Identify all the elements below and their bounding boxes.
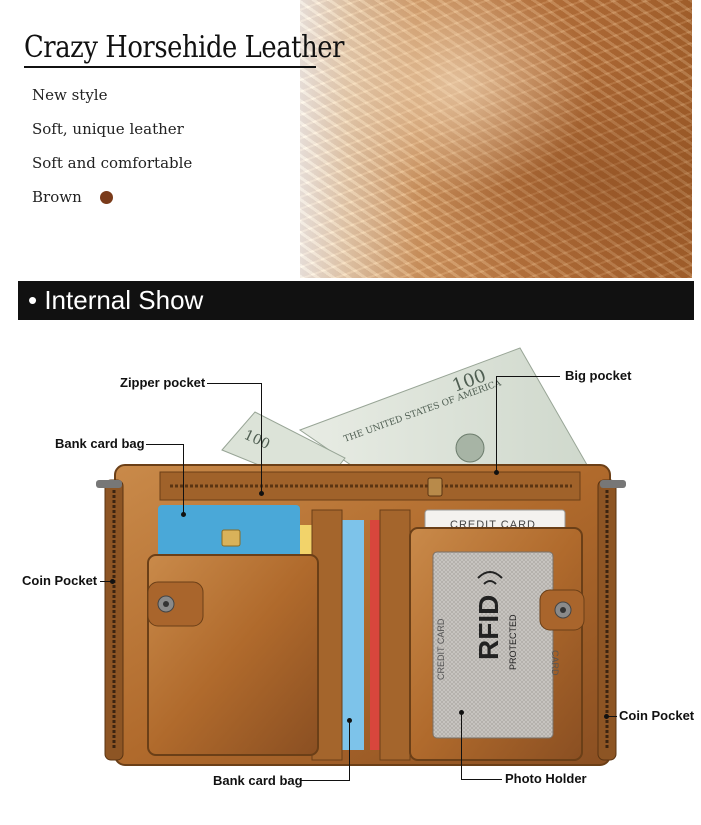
feature-comfortable: Soft and comfortable bbox=[32, 154, 193, 172]
leader-photo-dot bbox=[459, 710, 464, 715]
leader-bank-top-dot bbox=[181, 512, 186, 517]
leader-photo-v bbox=[461, 712, 462, 780]
leader-big-v bbox=[496, 376, 497, 472]
section-header-bar: • Internal Show bbox=[18, 281, 694, 320]
feature-color: Brown bbox=[32, 188, 82, 206]
leader-bank-bottom-dot bbox=[347, 718, 352, 723]
feature-soft-leather: Soft, unique leather bbox=[32, 120, 184, 138]
label-photo-holder: Photo Holder bbox=[505, 771, 587, 786]
page-title: Crazy Horsehide Leather bbox=[24, 30, 345, 65]
leader-coin-right bbox=[608, 716, 617, 717]
label-bank-card-bag-top: Bank card bag bbox=[55, 436, 145, 451]
label-coin-pocket-left: Coin Pocket bbox=[22, 573, 98, 588]
side-text-left: CREDIT CARD bbox=[436, 618, 446, 680]
title-underline bbox=[24, 66, 316, 68]
wallet-illustration: 100 THE UNITED STATES OF AMERICA 100 CRE… bbox=[96, 347, 626, 766]
wallet-stage: 100 THE UNITED STATES OF AMERICA 100 CRE… bbox=[0, 320, 701, 820]
leather-texture-image bbox=[300, 0, 692, 278]
section-title: • Internal Show bbox=[28, 285, 204, 315]
leader-photo-h bbox=[462, 779, 502, 780]
rfid-text: RFID bbox=[473, 595, 504, 660]
leader-bank-bottom-h bbox=[300, 780, 350, 781]
snap-tab-left bbox=[147, 581, 204, 627]
leader-bank-top-v bbox=[183, 444, 184, 514]
leader-big-h bbox=[496, 376, 560, 377]
label-coin-pocket-right: Coin Pocket bbox=[619, 708, 695, 723]
rfid-sub: PROTECTED bbox=[508, 614, 518, 670]
label-big-pocket: Big pocket bbox=[565, 368, 632, 383]
leader-bank-bottom-v bbox=[349, 720, 350, 781]
brown-color-swatch bbox=[100, 191, 113, 204]
leader-big-dot bbox=[494, 470, 499, 475]
leader-zipper-h bbox=[207, 383, 262, 384]
header-section: Crazy Horsehide Leather New style Soft, … bbox=[0, 0, 701, 280]
side-text-right: CARD bbox=[550, 650, 560, 676]
leader-coin-left-dot bbox=[110, 579, 115, 584]
leader-bank-top-h bbox=[146, 444, 184, 445]
leader-zipper-v bbox=[261, 383, 262, 493]
leader-zipper-dot bbox=[259, 491, 264, 496]
feature-new-style: New style bbox=[32, 86, 108, 104]
label-bank-card-bag-bottom: Bank card bag bbox=[213, 773, 303, 788]
label-zipper-pocket: Zipper pocket bbox=[120, 375, 206, 390]
leader-coin-right-dot bbox=[604, 714, 609, 719]
